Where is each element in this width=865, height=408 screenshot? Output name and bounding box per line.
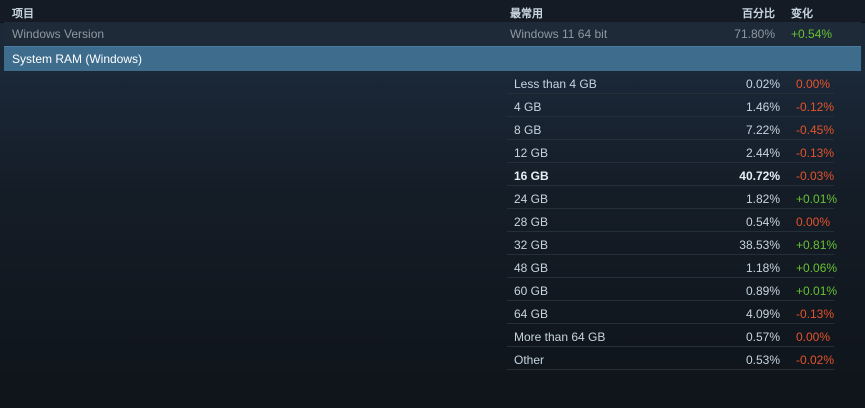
windows-version-label: Windows Version bbox=[12, 27, 105, 41]
table-row: More than 64 GB 0.57% 0.00% bbox=[507, 324, 834, 347]
windows-version-most-popular: Windows 11 64 bit bbox=[510, 27, 608, 41]
ram-size-label: 16 GB bbox=[514, 169, 549, 183]
ram-percent: 4.09% bbox=[745, 307, 780, 321]
table-row: 64 GB 4.09% -0.13% bbox=[507, 301, 834, 324]
ram-percent: 0.53% bbox=[745, 353, 780, 367]
ram-percent: 1.82% bbox=[745, 192, 780, 206]
table-row: 16 GB 40.72% -0.03% bbox=[507, 163, 834, 186]
table-row: 4 GB 1.46% -0.12% bbox=[507, 94, 834, 117]
ram-change: -0.45% bbox=[796, 123, 835, 137]
section-title: System RAM (Windows) bbox=[12, 52, 143, 66]
table-row: 28 GB 0.54% 0.00% bbox=[507, 209, 834, 232]
ram-change: +0.06% bbox=[796, 261, 838, 275]
ram-size-label: 32 GB bbox=[514, 238, 549, 252]
ram-size-label: 12 GB bbox=[514, 146, 549, 160]
ram-percent: 2.44% bbox=[745, 146, 780, 160]
ram-percent: 1.18% bbox=[745, 261, 780, 275]
ram-percent: 1.46% bbox=[745, 100, 780, 114]
table-row: 8 GB 7.22% -0.45% bbox=[507, 117, 834, 140]
ram-change: 0.00% bbox=[796, 215, 831, 229]
ram-change: -0.13% bbox=[796, 307, 835, 321]
ram-percent: 0.54% bbox=[745, 215, 780, 229]
ram-size-label: Other bbox=[514, 353, 545, 367]
ram-percent: 7.22% bbox=[745, 123, 780, 137]
windows-version-change: +0.54% bbox=[791, 27, 833, 41]
ram-size-label: 8 GB bbox=[514, 123, 542, 137]
ram-size-label: 48 GB bbox=[514, 261, 549, 275]
table-header: 项目 最常用 百分比 变化 bbox=[0, 0, 865, 23]
section-system-ram[interactable]: System RAM (Windows) bbox=[4, 46, 861, 71]
ram-size-label: Less than 4 GB bbox=[514, 77, 597, 91]
ram-change: +0.01% bbox=[796, 284, 838, 298]
header-item[interactable]: 项目 bbox=[12, 5, 34, 21]
table-row: 12 GB 2.44% -0.13% bbox=[507, 140, 834, 163]
ram-percent: 38.53% bbox=[739, 238, 780, 252]
ram-size-label: 64 GB bbox=[514, 307, 549, 321]
ram-change: -0.13% bbox=[796, 146, 835, 160]
ram-change: +0.01% bbox=[796, 192, 838, 206]
header-percent[interactable]: 百分比 bbox=[742, 5, 775, 21]
ram-size-label: 24 GB bbox=[514, 192, 549, 206]
ram-change: 0.00% bbox=[796, 77, 831, 91]
ram-percent: 0.57% bbox=[745, 330, 780, 344]
table-row: 32 GB 38.53% +0.81% bbox=[507, 232, 838, 255]
ram-size-label: 28 GB bbox=[514, 215, 549, 229]
stats-panel: 项目 最常用 百分比 变化 Windows Version Windows 11… bbox=[0, 0, 865, 408]
table-row: 48 GB 1.18% +0.06% bbox=[507, 255, 838, 278]
table-row: 24 GB 1.82% +0.01% bbox=[507, 186, 838, 209]
header-change[interactable]: 变化 bbox=[791, 5, 813, 21]
ram-change: -0.12% bbox=[796, 100, 835, 114]
ram-change: 0.00% bbox=[796, 330, 831, 344]
ram-percent: 40.72% bbox=[739, 169, 780, 183]
ram-size-label: More than 64 GB bbox=[514, 330, 606, 344]
windows-version-row[interactable]: Windows Version Windows 11 64 bit 71.80%… bbox=[4, 22, 861, 45]
ram-percent: 0.02% bbox=[745, 77, 780, 91]
ram-percent: 0.89% bbox=[745, 284, 780, 298]
ram-table: Less than 4 GB 0.02% 0.00% 4 GB 1.46% -0.12% 8… bbox=[507, 71, 838, 370]
ram-size-label: 60 GB bbox=[514, 284, 549, 298]
ram-change: -0.02% bbox=[796, 353, 835, 367]
windows-version-percent: 71.80% bbox=[734, 27, 775, 41]
ram-change: +0.81% bbox=[796, 238, 838, 252]
ram-size-label: 4 GB bbox=[514, 100, 542, 114]
header-most-popular[interactable]: 最常用 bbox=[510, 5, 543, 21]
ram-change: -0.03% bbox=[796, 169, 835, 183]
table-row: Other 0.53% -0.02% bbox=[507, 347, 834, 370]
table-row: Less than 4 GB 0.02% 0.00% bbox=[507, 71, 834, 94]
table-row: 60 GB 0.89% +0.01% bbox=[507, 278, 838, 301]
